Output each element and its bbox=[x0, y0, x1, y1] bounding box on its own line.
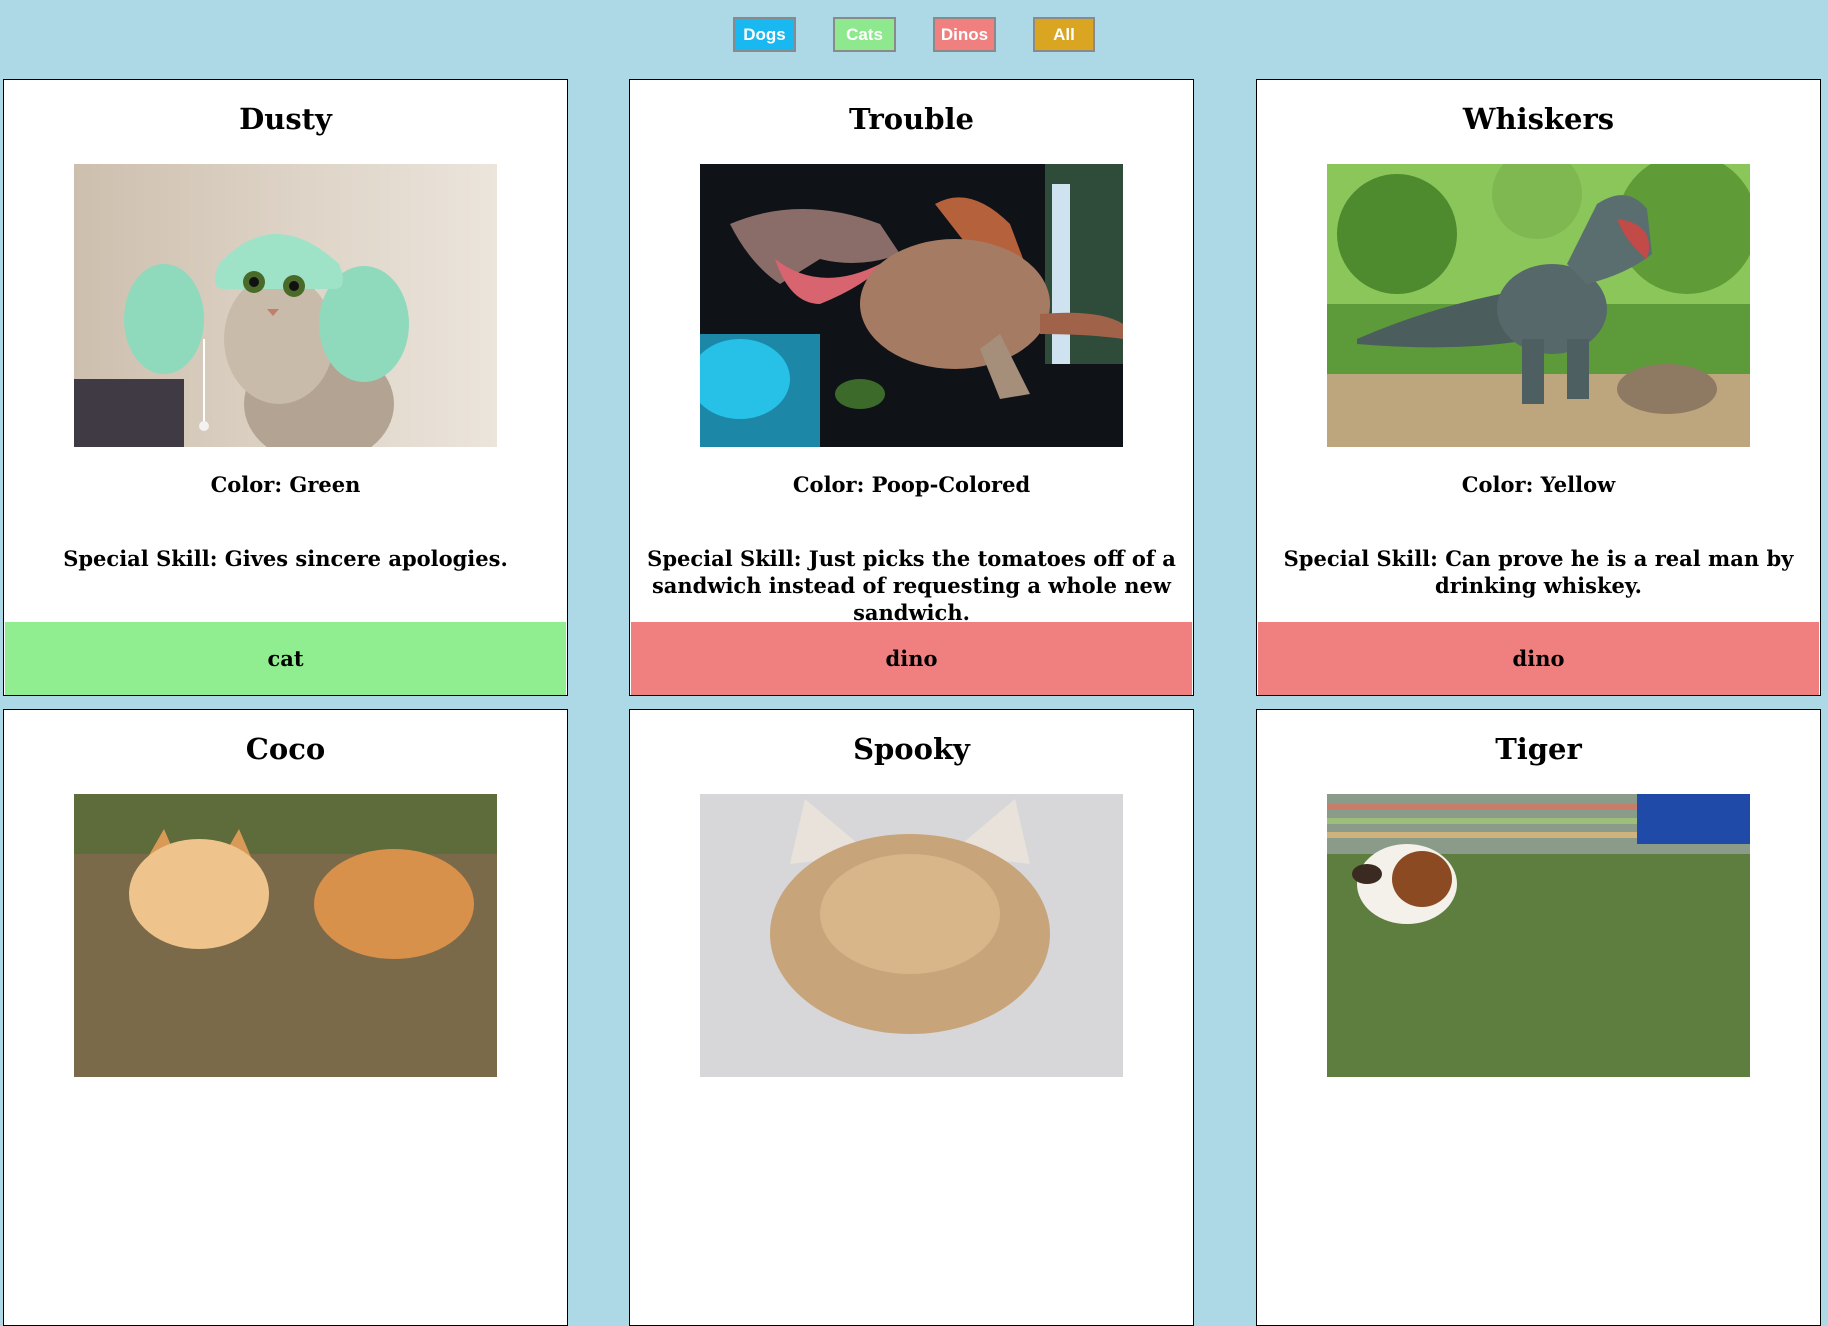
pet-name: Whiskers bbox=[1462, 102, 1615, 136]
cat-photo-icon bbox=[700, 794, 1123, 1077]
pet-type-badge: dino bbox=[1258, 622, 1819, 695]
pet-card-whiskers: Whiskers Color: Yellow Special Skill: Ca… bbox=[1256, 79, 1821, 696]
pet-color: Color: Yellow bbox=[1461, 472, 1616, 497]
dinosaur-photo-icon bbox=[1327, 164, 1750, 447]
pet-name: Coco bbox=[245, 732, 326, 766]
pet-name: Spooky bbox=[853, 732, 970, 766]
dinosaur-photo-icon bbox=[700, 164, 1123, 447]
dog-photo-icon bbox=[74, 794, 497, 1077]
pet-card-coco: Coco bbox=[3, 709, 568, 1326]
pet-color: Color: Poop-Colored bbox=[792, 472, 1031, 497]
cats-filter-button[interactable]: Cats bbox=[833, 17, 896, 52]
pet-name: Trouble bbox=[849, 102, 974, 136]
dinos-filter-button[interactable]: Dinos bbox=[933, 17, 996, 52]
filter-bar: Dogs Cats Dinos All bbox=[0, 17, 1828, 52]
pet-card-trouble: Trouble Color: Poop-Colored Special Skil… bbox=[629, 79, 1194, 696]
pet-special-skill: Special Skill: Can prove he is a real ma… bbox=[1283, 546, 1794, 598]
dog-photo-icon bbox=[1327, 794, 1750, 1077]
pet-name: Dusty bbox=[239, 102, 332, 136]
pet-type-badge: dino bbox=[631, 622, 1192, 695]
pet-type-badge: cat bbox=[5, 622, 566, 695]
all-filter-button[interactable]: All bbox=[1033, 17, 1095, 52]
pet-card-spooky: Spooky bbox=[629, 709, 1194, 1326]
pet-special-skill: Special Skill: Just picks the tomatoes o… bbox=[647, 546, 1176, 625]
pet-card-dusty: Dusty Color: Green Special Skill: Gives … bbox=[3, 79, 568, 696]
dogs-filter-button[interactable]: Dogs bbox=[733, 17, 796, 52]
pet-color: Color: Green bbox=[210, 472, 361, 497]
pet-card-tiger: Tiger bbox=[1256, 709, 1821, 1326]
cat-photo-icon bbox=[74, 164, 497, 447]
pet-special-skill: Special Skill: Gives sincere apologies. bbox=[63, 546, 508, 571]
pet-name: Tiger bbox=[1495, 732, 1582, 766]
